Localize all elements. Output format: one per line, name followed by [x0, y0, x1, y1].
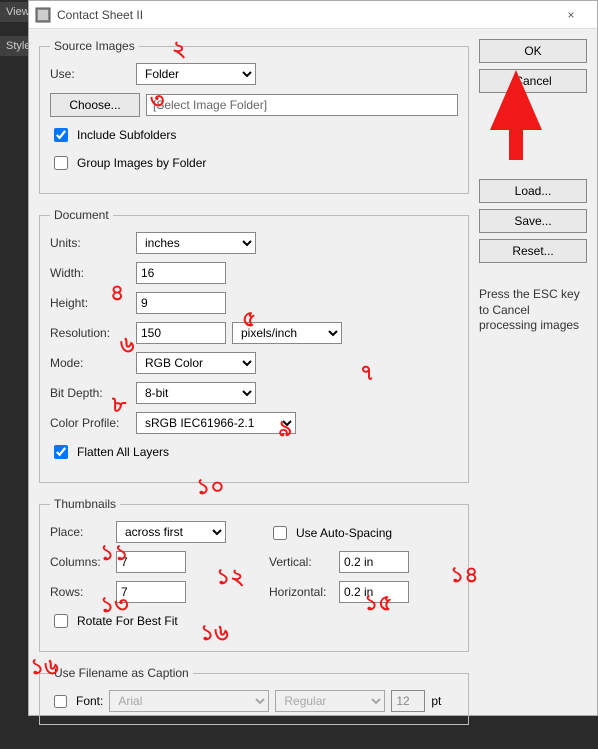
rotate-best-fit-checkbox[interactable]: Rotate For Best Fit	[50, 611, 239, 631]
profile-label: Color Profile:	[50, 416, 136, 430]
auto-spacing-checkbox[interactable]: Use Auto-Spacing	[269, 523, 458, 543]
bitdepth-select[interactable]: 8-bit	[136, 382, 256, 404]
group-by-folder-checkbox[interactable]: Group Images by Folder	[50, 153, 458, 173]
app-icon	[35, 7, 51, 23]
width-label: Width:	[50, 266, 136, 280]
close-icon[interactable]: ×	[551, 1, 591, 29]
height-label: Height:	[50, 296, 136, 310]
columns-input[interactable]	[116, 551, 186, 573]
font-style-select: Regular	[275, 690, 385, 712]
place-select[interactable]: across first	[116, 521, 226, 543]
font-size-input	[391, 690, 425, 712]
auto-spacing-label: Use Auto-Spacing	[296, 526, 392, 540]
caption-legend: Use Filename as Caption	[50, 666, 193, 680]
include-subfolders-label: Include Subfolders	[77, 128, 176, 142]
rotate-best-fit-label: Rotate For Best Fit	[77, 614, 178, 628]
use-select[interactable]: Folder	[136, 63, 256, 85]
load-button[interactable]: Load...	[479, 179, 587, 203]
width-input[interactable]	[136, 262, 226, 284]
titlebar: Contact Sheet II ×	[29, 1, 597, 29]
profile-select[interactable]: sRGB IEC61966-2.1	[136, 412, 296, 434]
cancel-button[interactable]: Cancel	[479, 69, 587, 93]
rotate-best-fit-input[interactable]	[54, 614, 68, 628]
height-input[interactable]	[136, 292, 226, 314]
horizontal-label: Horizontal:	[269, 585, 339, 599]
folder-path-display: [Select Image Folder]	[146, 94, 458, 116]
include-subfolders-checkbox[interactable]: Include Subfolders	[50, 125, 458, 145]
font-label: Font:	[76, 694, 103, 708]
columns-label: Columns:	[50, 555, 116, 569]
vertical-input[interactable]	[339, 551, 409, 573]
document-group: Document Units: inches Width: Height: Re…	[39, 208, 469, 483]
save-button[interactable]: Save...	[479, 209, 587, 233]
choose-button[interactable]: Choose...	[50, 93, 140, 117]
mode-label: Mode:	[50, 356, 136, 370]
use-label: Use:	[50, 67, 136, 81]
flatten-layers-input[interactable]	[54, 445, 68, 459]
reset-button[interactable]: Reset...	[479, 239, 587, 263]
document-legend: Document	[50, 208, 113, 222]
units-label: Units:	[50, 236, 136, 250]
group-by-folder-input[interactable]	[54, 156, 68, 170]
thumbnails-legend: Thumbnails	[50, 497, 120, 511]
horizontal-input[interactable]	[339, 581, 409, 603]
rows-input[interactable]	[116, 581, 186, 603]
resolution-units-select[interactable]: pixels/inch	[232, 322, 342, 344]
mode-select[interactable]: RGB Color	[136, 352, 256, 374]
resolution-input[interactable]	[136, 322, 226, 344]
esc-hint: Press the ESC key to Cancel processing i…	[479, 287, 587, 334]
units-select[interactable]: inches	[136, 232, 256, 254]
include-subfolders-input[interactable]	[54, 128, 68, 142]
ok-button[interactable]: OK	[479, 39, 587, 63]
bitdepth-label: Bit Depth:	[50, 386, 136, 400]
caption-group: Use Filename as Caption Font: Arial Regu…	[39, 666, 469, 725]
flatten-layers-checkbox[interactable]: Flatten All Layers	[50, 442, 458, 462]
font-select: Arial	[109, 690, 269, 712]
vertical-label: Vertical:	[269, 555, 339, 569]
caption-enable-checkbox[interactable]	[54, 695, 67, 708]
rows-label: Rows:	[50, 585, 116, 599]
source-images-legend: Source Images	[50, 39, 139, 53]
flatten-layers-label: Flatten All Layers	[77, 445, 169, 459]
dialog-title: Contact Sheet II	[57, 8, 551, 22]
thumbnails-group: Thumbnails Place: across first Columns: …	[39, 497, 469, 652]
place-label: Place:	[50, 525, 116, 539]
resolution-label: Resolution:	[50, 326, 136, 340]
source-images-group: Source Images Use: Folder Choose... [Sel…	[39, 39, 469, 194]
group-by-folder-label: Group Images by Folder	[77, 156, 206, 170]
font-size-unit: pt	[431, 694, 441, 708]
contact-sheet-dialog: Contact Sheet II × Source Images Use: Fo…	[28, 0, 598, 716]
auto-spacing-input[interactable]	[273, 526, 287, 540]
